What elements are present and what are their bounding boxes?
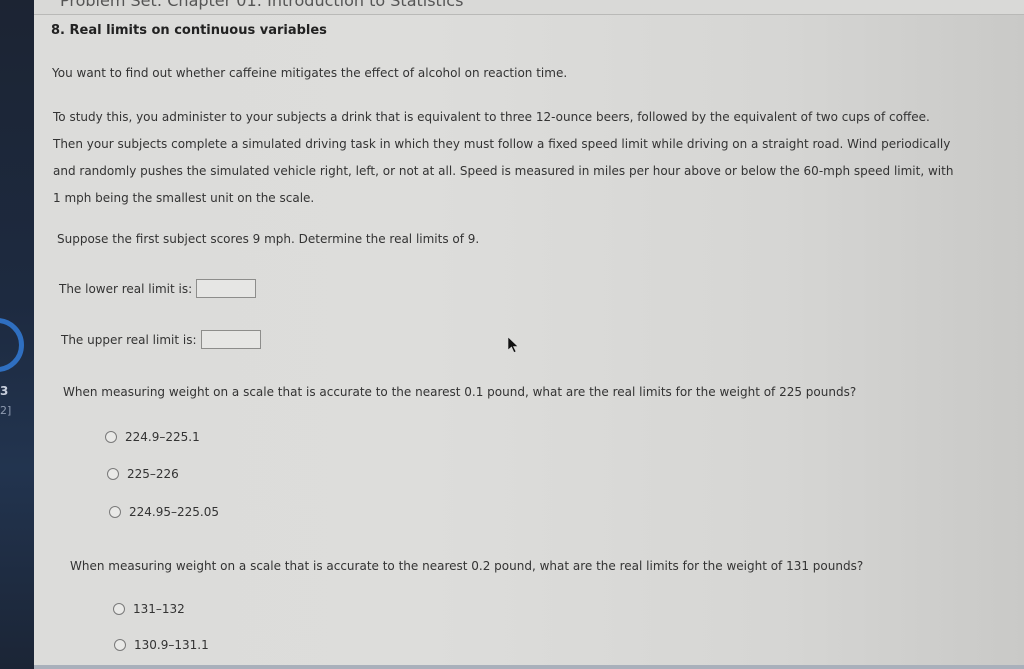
question-1-option[interactable]: 225–226 xyxy=(107,467,179,481)
option-label: 224.9–225.1 xyxy=(125,430,200,444)
radio-unchecked-icon[interactable] xyxy=(113,603,125,615)
paragraph-line: 1 mph being the smallest unit on the sca… xyxy=(53,191,315,205)
paragraph-line: Then your subjects complete a simulated … xyxy=(53,137,951,151)
radio-unchecked-icon[interactable] xyxy=(114,639,126,651)
suppose-text: Suppose the first subject scores 9 mph. … xyxy=(57,232,480,246)
paragraph-line: To study this, you administer to your su… xyxy=(53,110,930,124)
radio-unchecked-icon[interactable] xyxy=(109,506,121,518)
question-1-option[interactable]: 224.95–225.05 xyxy=(109,505,219,519)
option-label: 224.95–225.05 xyxy=(129,505,219,519)
radio-unchecked-icon[interactable] xyxy=(107,468,119,480)
question-2-option[interactable]: 131–132 xyxy=(113,602,185,616)
option-label: 131–132 xyxy=(133,602,185,616)
option-label: 130.9–131.1 xyxy=(134,638,209,652)
intro-text: You want to find out whether caffeine mi… xyxy=(52,66,568,80)
question-1-option[interactable]: 224.9–225.1 xyxy=(105,430,200,444)
sidebar-badge: 3 xyxy=(0,384,9,398)
upper-limit-row: The upper real limit is: xyxy=(61,330,261,349)
lower-limit-row: The lower real limit is: xyxy=(59,279,257,298)
scenario-paragraph: To study this, you administer to your su… xyxy=(53,104,953,212)
problem-page: Problem Set: Chapter 01: Introduction to… xyxy=(34,0,1024,669)
radio-unchecked-icon[interactable] xyxy=(105,431,117,443)
lower-limit-label: The lower real limit is: xyxy=(59,281,193,296)
upper-limit-label: The upper real limit is: xyxy=(61,332,197,347)
paragraph-line: and randomly pushes the simulated vehicl… xyxy=(53,164,954,178)
page-header: Problem Set: Chapter 01: Introduction to… xyxy=(34,0,1024,15)
section-title: 8. Real limits on continuous variables xyxy=(51,23,327,38)
arrow-cursor-icon xyxy=(507,336,519,353)
question-2-option[interactable]: 130.9–131.1 xyxy=(114,638,209,652)
upper-limit-input[interactable] xyxy=(200,330,261,349)
left-sidebar: 3 2] xyxy=(0,0,34,669)
progress-ring-icon xyxy=(0,318,24,372)
option-label: 225–226 xyxy=(127,467,179,481)
bottom-edge xyxy=(34,665,1024,669)
question-2-text: When measuring weight on a scale that is… xyxy=(70,559,864,573)
sidebar-badge-subtext: 2] xyxy=(0,404,12,417)
page-header-title: Problem Set: Chapter 01: Introduction to… xyxy=(60,0,464,10)
lower-limit-input[interactable] xyxy=(196,279,257,298)
question-1-text: When measuring weight on a scale that is… xyxy=(63,385,857,399)
